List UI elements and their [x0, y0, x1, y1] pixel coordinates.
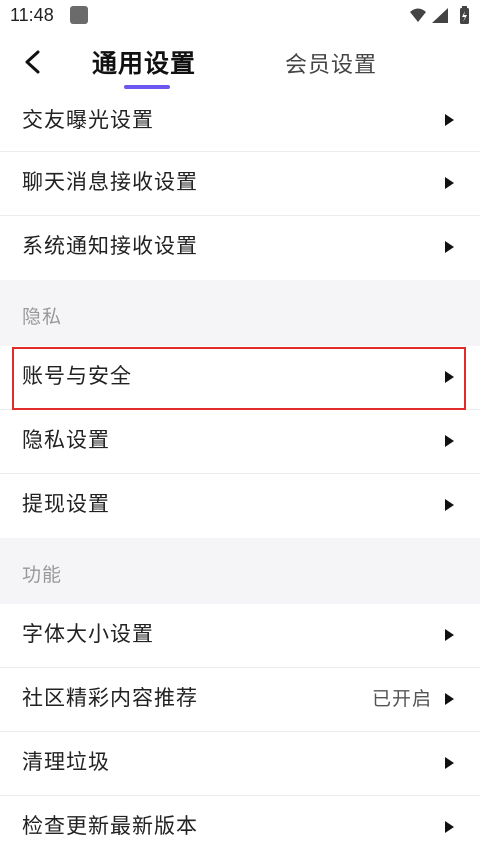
- active-tab-indicator: [124, 85, 170, 89]
- chevron-left-icon: [25, 50, 40, 74]
- arrow-right-icon: [445, 499, 454, 511]
- list-item-account-security[interactable]: 账号与安全: [0, 346, 480, 410]
- tab-general-settings[interactable]: 通用设置: [92, 44, 196, 80]
- section-header-privacy: 隐私: [0, 280, 480, 346]
- list-item[interactable]: 系统通知接收设置: [0, 216, 480, 280]
- tab-member-settings[interactable]: 会员设置: [285, 47, 377, 79]
- status-time: 11:48: [10, 5, 54, 25]
- list-item-label: 清理垃圾: [22, 750, 110, 774]
- list-item-label: 系统通知接收设置: [22, 234, 198, 258]
- section-title: 功能: [22, 564, 63, 586]
- arrow-right-icon: [445, 821, 454, 833]
- list-item-label: 字体大小设置: [22, 622, 154, 646]
- list-item[interactable]: 隐私设置: [0, 410, 480, 474]
- list-item-label: 聊天消息接收设置: [22, 170, 198, 194]
- header: 通用设置 会员设置: [0, 34, 480, 92]
- list-item-label: 社区精彩内容推荐: [22, 686, 198, 710]
- arrow-right-icon: [445, 371, 454, 383]
- list-item-label: 账号与安全: [22, 364, 132, 388]
- wifi-signal-battery-icon: [410, 6, 469, 24]
- list-item[interactable]: 检查更新最新版本: [0, 796, 480, 853]
- arrow-right-icon: [445, 629, 454, 641]
- list-item-label: 交友曝光设置: [22, 108, 154, 132]
- arrow-right-icon: [445, 241, 454, 253]
- section-header-features: 功能: [0, 538, 480, 604]
- settings-screen: 11:48 通用设置 会员设置 交友曝光设置 聊天消息接收设置 系统通知接收设置…: [0, 0, 480, 853]
- list-item[interactable]: 提现设置: [0, 474, 480, 538]
- arrow-right-icon: [445, 435, 454, 447]
- status-bar: 11:48: [0, 0, 480, 34]
- arrow-right-icon: [445, 757, 454, 769]
- list-item-label: 隐私设置: [22, 428, 110, 452]
- list-item-label: 提现设置: [22, 492, 110, 516]
- settings-list: 交友曝光设置 聊天消息接收设置 系统通知接收设置 隐私 账号与安全 隐私设置 提…: [0, 92, 480, 853]
- list-item[interactable]: 字体大小设置: [0, 604, 480, 668]
- status-icons: [408, 6, 472, 26]
- arrow-right-icon: [445, 693, 454, 705]
- arrow-right-icon: [445, 114, 454, 126]
- notification-app-icon: [70, 6, 88, 24]
- list-item[interactable]: 清理垃圾: [0, 732, 480, 796]
- back-button[interactable]: [14, 42, 54, 82]
- arrow-right-icon: [445, 177, 454, 189]
- list-item[interactable]: 交友曝光设置: [0, 92, 480, 152]
- status-value: 已开启: [371, 688, 432, 710]
- list-item-label: 检查更新最新版本: [22, 814, 198, 838]
- section-title: 隐私: [22, 306, 63, 328]
- list-item-community-recommend[interactable]: 社区精彩内容推荐 已开启: [0, 668, 480, 732]
- list-item[interactable]: 聊天消息接收设置: [0, 152, 480, 216]
